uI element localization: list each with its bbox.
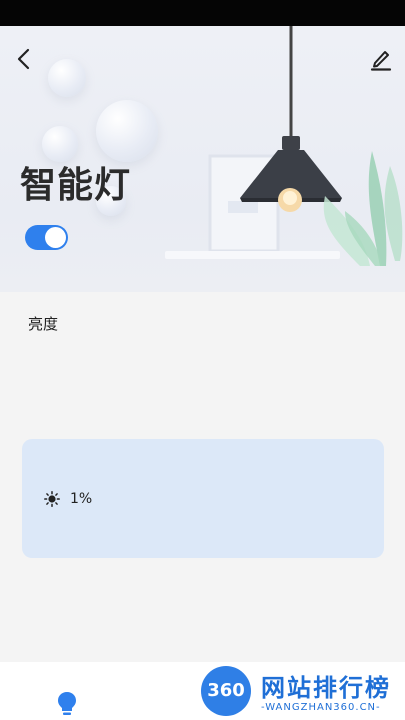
chevron-left-icon (17, 48, 30, 70)
toggle-knob (45, 227, 66, 248)
brightness-value: 1% (70, 491, 93, 507)
status-bar (0, 0, 405, 26)
back-button[interactable] (12, 46, 36, 72)
lightbulb-icon[interactable] (55, 690, 79, 718)
sun-icon (44, 491, 60, 507)
decor-bubble (48, 59, 86, 97)
watermark: 360 网站排行榜 -WANGZHAN360.CN- (195, 664, 405, 720)
brightness-label: 亮度 (28, 315, 59, 333)
pencil-icon (370, 51, 392, 71)
power-toggle[interactable] (25, 225, 68, 250)
brightness-card[interactable]: 1% (22, 439, 384, 558)
watermark-subtitle: -WANGZHAN360.CN- (261, 702, 381, 713)
lamp-illustration (165, 26, 403, 266)
edit-button[interactable] (369, 46, 393, 72)
watermark-logo: 360 (201, 666, 251, 716)
page-title: 智能灯 (20, 165, 132, 206)
decor-bubble (96, 100, 158, 162)
watermark-title: 网站排行榜 (261, 674, 391, 702)
